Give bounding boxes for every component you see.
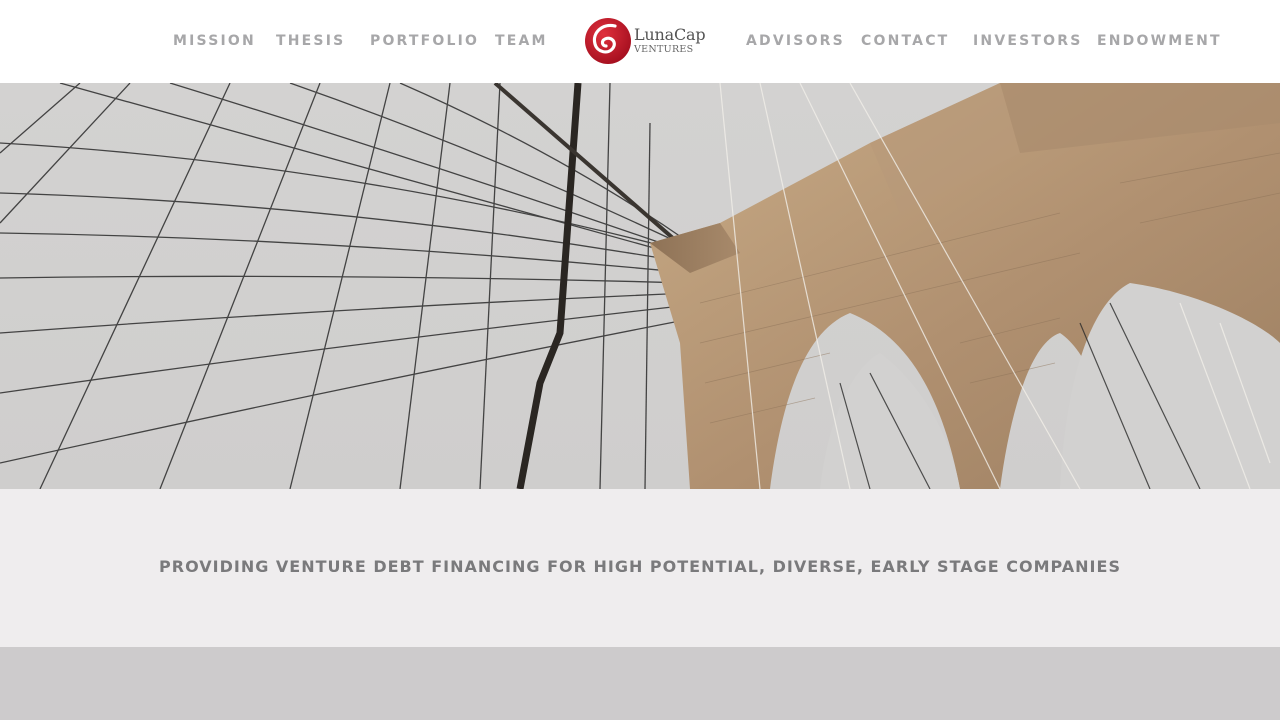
red-swirl-logo-icon xyxy=(585,18,631,64)
suspension-bridge-image xyxy=(0,83,1280,489)
nav-investors[interactable]: INVESTORS xyxy=(973,33,1083,49)
nav-thesis[interactable]: THESIS xyxy=(276,33,345,49)
next-section xyxy=(0,647,1280,720)
nav-portfolio[interactable]: PORTFOLIO xyxy=(370,33,479,49)
site-header: MISSION THESIS PORTFOLIO TEAM LunaCap VE… xyxy=(0,0,1280,83)
tagline-section: PROVIDING VENTURE DEBT FINANCING FOR HIG… xyxy=(0,489,1280,647)
main-cable xyxy=(516,83,582,489)
nav-team[interactable]: TEAM xyxy=(495,33,548,49)
hero-banner xyxy=(0,83,1280,489)
logo-wordmark: LunaCap xyxy=(634,25,706,44)
nav-mission[interactable]: MISSION xyxy=(173,33,256,49)
nav-advisors[interactable]: ADVISORS xyxy=(746,33,845,49)
tagline-text: PROVIDING VENTURE DEBT FINANCING FOR HIG… xyxy=(159,557,1121,576)
home-logo-link[interactable]: LunaCap VENTURES xyxy=(584,17,706,67)
logo-subtitle: VENTURES xyxy=(634,44,694,55)
nav-contact[interactable]: CONTACT xyxy=(861,33,949,49)
nav-endowment[interactable]: ENDOWMENT xyxy=(1097,33,1222,49)
cable-mesh xyxy=(0,83,691,489)
